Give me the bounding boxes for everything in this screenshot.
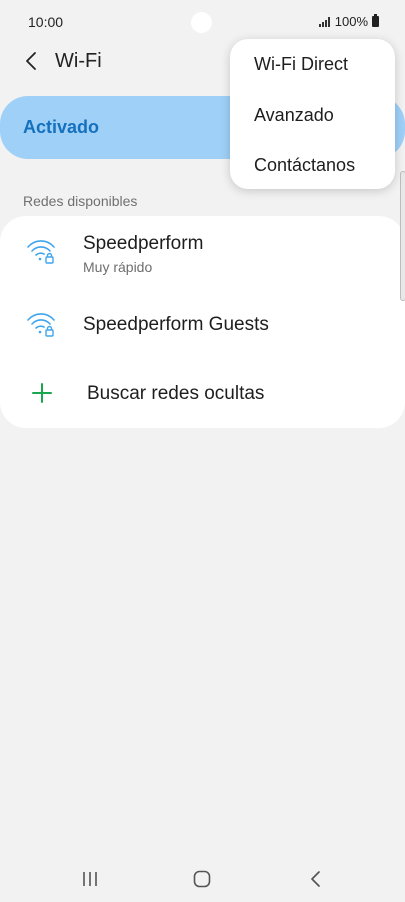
recent-apps-icon[interactable] — [81, 871, 99, 887]
menu-item-wifi-direct[interactable]: Wi-Fi Direct — [254, 54, 348, 75]
network-item-speedperform-guests[interactable]: Speedperform Guests — [0, 296, 405, 356]
plus-icon[interactable] — [32, 383, 52, 403]
wifi-toggle-label: Activado — [23, 117, 100, 137]
status-time: 10:00 — [28, 14, 64, 30]
overflow-menu: Wi-Fi Direct Avanzado Contáctanos — [230, 39, 395, 189]
battery-icon — [372, 14, 379, 27]
navigation-bar — [0, 858, 405, 902]
wifi-lock-icon — [27, 240, 55, 264]
battery-percent: 100% — [334, 14, 368, 29]
menu-item-advanced[interactable]: Avanzado — [254, 105, 334, 126]
home-icon[interactable] — [193, 870, 211, 888]
network-speed: Muy rápido — [83, 259, 153, 275]
network-name: Speedperform — [83, 233, 204, 254]
back-icon[interactable] — [308, 870, 324, 888]
signal-icon — [318, 16, 330, 27]
page-title: Wi-Fi — [55, 50, 102, 72]
menu-item-contact-us[interactable]: Contáctanos — [254, 155, 355, 176]
network-name: Speedperform Guests — [83, 314, 269, 335]
chevron-left-icon[interactable] — [22, 51, 42, 71]
section-heading-available-networks: Redes disponibles — [23, 193, 138, 209]
wifi-lock-icon — [27, 313, 55, 337]
status-indicators: 100% — [318, 14, 379, 29]
scrollbar[interactable] — [400, 171, 405, 301]
camera-cutout — [191, 12, 212, 33]
search-hidden-networks-button[interactable]: Buscar redes ocultas — [87, 383, 264, 405]
network-item-speedperform[interactable]: Speedperform Muy rápido — [0, 216, 405, 284]
